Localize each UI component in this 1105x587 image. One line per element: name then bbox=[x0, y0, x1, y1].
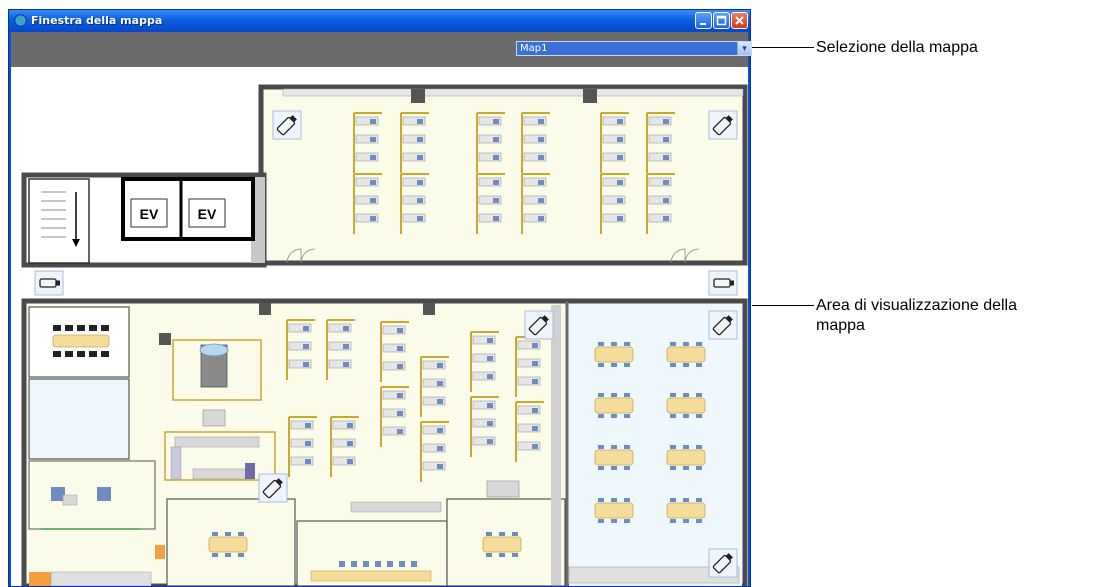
maximize-icon bbox=[716, 15, 727, 26]
minimize-button[interactable] bbox=[695, 12, 712, 29]
camera-icon[interactable] bbox=[708, 310, 738, 340]
map-select[interactable]: Map1 ▾ bbox=[516, 41, 752, 56]
map-selection-leader bbox=[752, 47, 814, 48]
floor-plan: EV EV bbox=[21, 84, 748, 586]
camera-icon[interactable] bbox=[524, 310, 554, 340]
display-area-leader bbox=[752, 305, 814, 306]
camera-icon[interactable] bbox=[708, 548, 738, 578]
elevator-label: EV bbox=[198, 206, 217, 222]
camera-icon[interactable] bbox=[272, 110, 302, 140]
maximize-button[interactable] bbox=[713, 12, 730, 29]
display-area-annotation-line1: Area di visualizzazione della bbox=[816, 297, 1017, 314]
map-window: Finestra della mappa Map1 ▾ EV EV bbox=[8, 9, 752, 587]
dropdown-arrow-icon[interactable]: ▾ bbox=[737, 42, 751, 55]
map-toolbar: Map1 ▾ bbox=[11, 32, 752, 67]
app-globe-icon bbox=[14, 14, 27, 27]
camera-icon[interactable] bbox=[34, 270, 64, 296]
close-button[interactable] bbox=[731, 12, 748, 29]
elevator-label: EV bbox=[140, 206, 159, 222]
window-title: Finestra della mappa bbox=[31, 14, 163, 27]
camera-icon[interactable] bbox=[708, 110, 738, 140]
camera-icon[interactable] bbox=[708, 270, 738, 296]
minimize-icon bbox=[700, 23, 706, 25]
map-display-area[interactable]: EV EV bbox=[11, 67, 748, 586]
camera-icon[interactable] bbox=[258, 473, 288, 503]
map-select-value: Map1 bbox=[520, 43, 548, 54]
title-bar[interactable]: Finestra della mappa bbox=[9, 10, 750, 32]
close-icon bbox=[735, 16, 744, 25]
display-area-annotation-line2: mappa bbox=[816, 317, 865, 334]
map-selection-annotation: Selezione della mappa bbox=[816, 39, 978, 56]
